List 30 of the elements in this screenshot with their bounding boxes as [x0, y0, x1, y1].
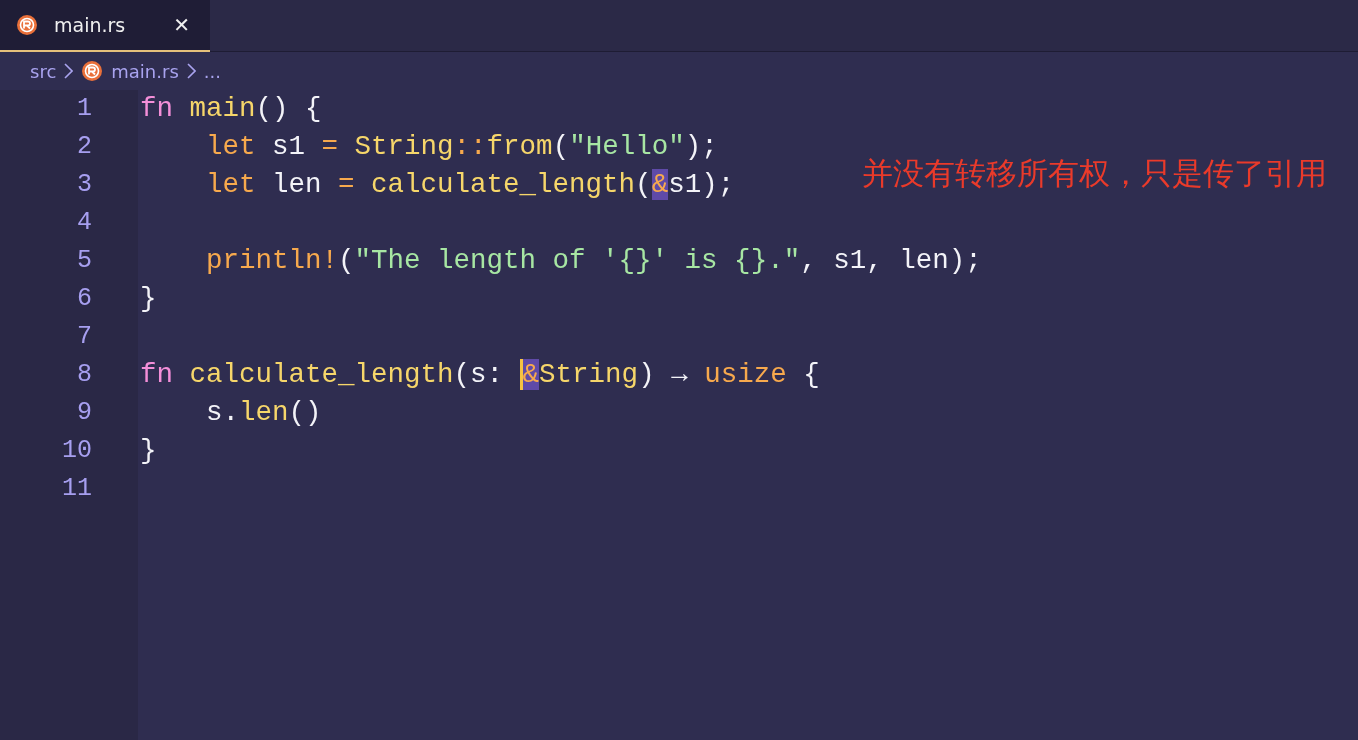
chevron-icon [64, 63, 74, 79]
code-line: } [140, 283, 157, 314]
code-line: } [140, 435, 157, 466]
code-line: let s1 = String::from("Hello"); [205, 131, 718, 162]
rust-file-icon [16, 14, 38, 36]
line-number: 7 [77, 322, 92, 351]
code-line: println!("The length of '{}' is {}.", s1, len); [205, 245, 982, 276]
line-number: 10 [62, 436, 92, 465]
line-number: 9 [77, 398, 92, 427]
line-number: 6 [77, 284, 92, 313]
code-line: fn calculate_length(s: &String) → usize { [140, 359, 820, 390]
code-line: let len = calculate_length(&s1); [205, 169, 735, 200]
close-button[interactable]: ✕ [169, 15, 194, 35]
line-number: 4 [77, 208, 92, 237]
editor-tab[interactable]: main.rs ✕ [0, 0, 210, 52]
line-number: 8 [77, 360, 92, 389]
line-number: 5 [77, 246, 92, 275]
rust-file-icon [81, 60, 104, 82]
breadcrumb-item[interactable]: src [30, 57, 57, 85]
line-number: 3 [77, 170, 92, 199]
tab-label[interactable]: main.rs [54, 10, 126, 40]
annotation-text: 并没有转移所有权，只是传了引用 [862, 155, 1328, 193]
code-line: s.len() [205, 397, 322, 428]
chevron-icon [186, 63, 196, 79]
code-line: fn main() { [140, 93, 322, 124]
line-number: 11 [62, 474, 92, 503]
breadcrumb-item[interactable]: main.rs [111, 57, 179, 85]
line-number: 2 [77, 132, 92, 161]
breadcrumb-item[interactable]: ... [203, 57, 221, 85]
line-number: 1 [77, 94, 92, 123]
